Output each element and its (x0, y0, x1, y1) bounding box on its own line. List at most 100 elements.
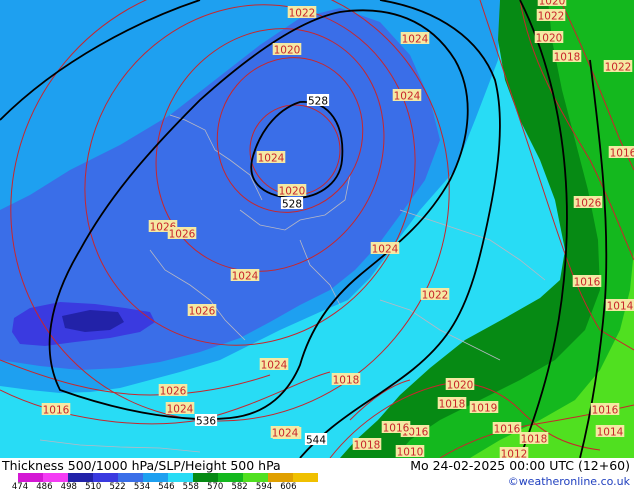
isobar-label: 1022 (536, 9, 566, 23)
legend-value: 486 (36, 482, 53, 492)
svg-text:1024: 1024 (272, 428, 299, 440)
legend-value: 558 (182, 482, 199, 492)
svg-text:528: 528 (282, 199, 302, 211)
svg-text:1020: 1020 (447, 380, 474, 392)
svg-text:536: 536 (196, 416, 216, 428)
isobar-label: 1024 (165, 402, 195, 416)
isobar-label: 1024 (370, 242, 400, 256)
svg-text:1018: 1018 (333, 375, 360, 387)
isobar-label: 1026 (167, 227, 197, 241)
isobar-label: 1024 (259, 358, 289, 372)
svg-text:1016: 1016 (610, 148, 634, 160)
height-label: 544 (304, 433, 328, 447)
legend-value: 534 (133, 482, 151, 492)
isobar-label: 1018 (552, 50, 582, 64)
isobar-label: 1014 (605, 299, 634, 313)
isobar-label: 1020 (537, 0, 567, 8)
svg-text:1024: 1024 (232, 271, 259, 283)
isobar-label: 1024 (392, 89, 422, 103)
isobar-label: 1012 (499, 447, 529, 459)
isobar-label: 1022 (420, 288, 450, 302)
legend-swatch (43, 473, 68, 482)
svg-text:1016: 1016 (592, 405, 619, 417)
legend-swatch (193, 473, 218, 482)
svg-text:1026: 1026 (575, 198, 602, 210)
svg-text:1020: 1020 (279, 186, 306, 198)
isobar-label: 1018 (437, 397, 467, 411)
svg-text:1020: 1020 (274, 45, 301, 57)
isobar-label: 1022 (287, 6, 317, 20)
isobar-label: 1026 (158, 384, 188, 398)
thickness-legend (18, 473, 318, 482)
isobar-label: 1026 (573, 196, 603, 210)
svg-text:528: 528 (308, 96, 328, 108)
svg-text:1016: 1016 (574, 277, 601, 289)
legend-value: 522 (109, 482, 126, 492)
svg-text:1018: 1018 (354, 440, 381, 452)
svg-text:1014: 1014 (607, 301, 634, 313)
legend-swatch (118, 473, 143, 482)
svg-text:1012: 1012 (501, 449, 528, 459)
svg-text:1016: 1016 (383, 423, 410, 435)
legend-value: 570 (207, 482, 224, 492)
svg-text:1026: 1026 (189, 306, 216, 318)
svg-text:1010: 1010 (397, 447, 424, 459)
svg-text:1024: 1024 (258, 153, 285, 165)
legend-swatch (218, 473, 243, 482)
svg-text:1019: 1019 (471, 403, 498, 415)
isobar-label: 1016 (381, 421, 411, 435)
isobar-label: 1016 (492, 422, 522, 436)
isobar-label: 1018 (331, 373, 361, 387)
svg-text:1024: 1024 (261, 360, 288, 372)
isobar-label: 1022 (603, 60, 633, 74)
legend-value: 546 (158, 482, 175, 492)
isobar-label: 1020 (272, 43, 302, 57)
isobar-label: 1010 (395, 445, 425, 459)
legend-value: 582 (231, 482, 248, 492)
isobar-label: 1024 (270, 426, 300, 440)
legend-value: 510 (85, 482, 102, 492)
isobar-label: 1016 (41, 403, 71, 417)
isobar-label: 1020 (277, 184, 307, 198)
svg-text:1018: 1018 (554, 52, 581, 64)
svg-text:1022: 1022 (422, 290, 449, 302)
svg-text:1024: 1024 (394, 91, 421, 103)
legend-value: 474 (11, 482, 29, 492)
weather-map: 1022 1022 1024 1020 1018 1020 1024 1020 1022 1016… (0, 0, 634, 458)
legend-value: 594 (255, 482, 273, 492)
isobar-label: 1024 (256, 151, 286, 165)
valid-time: Mo 24-02-2025 00:00 UTC (12+60) (410, 458, 630, 473)
isobar-label: 1026 (187, 304, 217, 318)
legend-swatch (68, 473, 93, 482)
legend-swatch (243, 473, 268, 482)
isobar-label: 1019 (469, 401, 499, 415)
svg-text:1016: 1016 (494, 424, 521, 436)
isobar-label: 1018 (352, 438, 382, 452)
svg-text:1022: 1022 (289, 8, 316, 20)
height-label: 536 (194, 414, 218, 428)
legend-swatch (293, 473, 318, 482)
svg-text:1018: 1018 (521, 434, 548, 446)
isobar-label: 1016 (590, 403, 620, 417)
svg-text:1022: 1022 (538, 11, 565, 23)
svg-text:1024: 1024 (402, 34, 429, 46)
isobar-label: 1020 (445, 378, 475, 392)
height-label: 528 (280, 197, 304, 211)
isobar-label: 1018 (519, 432, 549, 446)
isobar-label: 1016 (572, 275, 602, 289)
isobar-label: 1024 (230, 269, 260, 283)
credit-link[interactable]: ©weatheronline.co.uk (508, 475, 630, 488)
isobar-label: 1016 (608, 146, 634, 160)
svg-text:1026: 1026 (169, 229, 196, 241)
legend-value: 606 (280, 482, 297, 492)
isobar-label: 1024 (400, 32, 430, 46)
svg-text:1016: 1016 (43, 405, 70, 417)
svg-text:1022: 1022 (605, 62, 632, 74)
svg-text:1014: 1014 (597, 427, 624, 439)
svg-text:1024: 1024 (372, 244, 399, 256)
svg-text:1026: 1026 (160, 386, 187, 398)
legend-value: 498 (60, 482, 77, 492)
legend-swatch (93, 473, 118, 482)
legend-swatch (143, 473, 168, 482)
legend-swatch (268, 473, 293, 482)
